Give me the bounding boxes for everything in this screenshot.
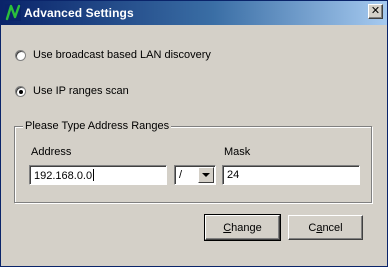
radio-button-unchecked[interactable] — [15, 49, 26, 61]
radio-label-ip-ranges: Use IP ranges scan — [33, 85, 129, 97]
cancel-button[interactable]: Cancel — [288, 215, 363, 240]
group-title: Please Type Address Ranges — [23, 120, 172, 132]
address-input[interactable]: 192.168.0.0 — [29, 165, 167, 185]
close-button[interactable]: ✕ — [368, 4, 383, 19]
app-n-logo-icon — [5, 4, 21, 21]
radio-ip-ranges-scan[interactable]: Use IP ranges scan — [15, 85, 129, 97]
radio-broadcast-discovery[interactable]: Use broadcast based LAN discovery — [15, 49, 211, 61]
title-bar[interactable]: Advanced Settings ✕ — [1, 1, 387, 25]
mask-input[interactable]: 24 — [222, 165, 360, 185]
radio-button-checked[interactable] — [15, 85, 26, 97]
separator-dropdown[interactable]: / — [174, 165, 216, 185]
text-caret — [93, 169, 95, 181]
separator-value: / — [179, 169, 183, 181]
mask-value: 24 — [227, 169, 240, 181]
window-title: Advanced Settings — [24, 6, 134, 20]
advanced-settings-dialog: Advanced Settings ✕ Use broadcast based … — [0, 0, 388, 267]
chevron-down-icon[interactable] — [198, 167, 214, 183]
change-button[interactable]: Change — [204, 214, 281, 241]
close-icon: ✕ — [370, 5, 381, 17]
mask-label: Mask — [224, 146, 251, 158]
address-value: 192.168.0.0 — [34, 170, 93, 182]
change-button-label: Change — [223, 221, 262, 234]
radio-label-broadcast: Use broadcast based LAN discovery — [33, 49, 211, 61]
cancel-button-label: Cancel — [308, 221, 343, 234]
address-label: Address — [31, 146, 72, 158]
